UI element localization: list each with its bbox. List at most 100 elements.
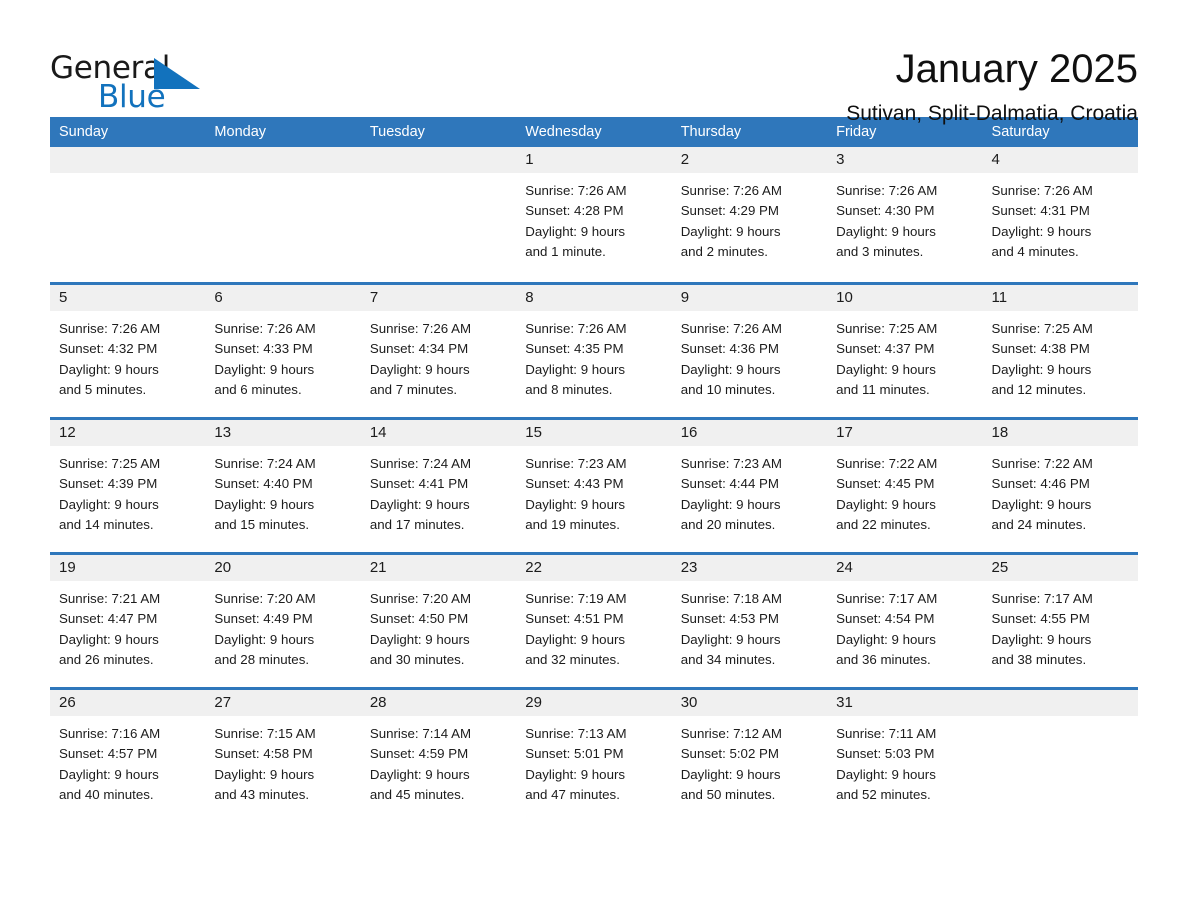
day-number-band: 18 [982,420,1138,446]
weekday-header-friday: Friday [836,124,877,140]
day-cell-17[interactable]: 17 Sunrise: 7:22 AM Sunset: 4:45 PM Dayligh… [827,420,983,552]
day-cell-15[interactable]: 15 Sunrise: 7:23 AM Sunset: 4:43 PM Dayligh… [516,420,672,552]
day-number-band: 2 [671,147,828,173]
page-header: General Blue January 2025 Sutivan, Split… [50,0,1138,125]
weekday-header-tuesday: Tuesday [369,124,425,140]
day-number: 30 [680,694,698,711]
day-cell-23[interactable]: 23 Sunrise: 7:18 AM Sunset: 4:53 PM Dayligh… [671,555,828,687]
day-detail-line: Daylight: 9 hours [369,766,470,782]
calendar-week-row: 12 Sunrise: 7:25 AM Sunset: 4:39 PM Dayligh… [50,417,1138,552]
day-cell-2[interactable]: 2 Sunrise: 7:26 AM Sunset: 4:29 PM Daylight… [671,147,828,282]
day-number: 13 [214,424,232,441]
day-details: Sunrise: 7:26 AM Sunset: 4:29 PM Daylight:… [672,173,827,263]
day-number: 9 [680,289,690,306]
day-detail-line: Sunrise: 7:25 AM [991,321,1093,336]
day-cell-25[interactable]: 25 Sunrise: 7:17 AM Sunset: 4:55 PM Dayligh… [982,555,1138,687]
day-detail-line: Sunset: 4:32 PM [59,341,158,357]
day-cell-20[interactable]: 20 Sunrise: 7:20 AM Sunset: 4:49 PM Dayligh… [205,555,361,687]
day-detail-line: Daylight: 9 hours [369,631,470,647]
day-detail-line: Sunrise: 7:17 AM [836,591,938,606]
day-detail-line: Daylight: 9 hours [836,223,936,239]
day-cell-7[interactable]: 7 Sunrise: 7:26 AM Sunset: 4:34 PM Daylight… [360,285,517,417]
day-cell-19[interactable]: 19 Sunrise: 7:21 AM Sunset: 4:47 PM Dayligh… [50,555,206,687]
day-number-band: 28 [360,690,517,716]
day-cell-16[interactable]: 16 Sunrise: 7:23 AM Sunset: 4:44 PM Dayligh… [671,420,828,552]
day-cell-6[interactable]: 6 Sunrise: 7:26 AM Sunset: 4:33 PM Daylight… [205,285,361,417]
day-detail-line: Sunset: 4:36 PM [680,341,779,357]
day-cell-5[interactable]: 5 Sunrise: 7:26 AM Sunset: 4:32 PM Daylight… [50,285,206,417]
day-cell-18[interactable]: 18 Sunrise: 7:22 AM Sunset: 4:46 PM Dayligh… [982,420,1138,552]
day-detail-line: Sunrise: 7:24 AM [369,456,472,471]
day-detail-line: Daylight: 9 hours [214,496,315,512]
day-detail-line: Daylight: 9 hours [214,631,315,647]
day-detail-line: Daylight: 9 hours [680,496,781,512]
day-number: 27 [214,694,232,711]
day-cell-4[interactable]: 4 Sunrise: 7:26 AM Sunset: 4:31 PM Daylight… [982,147,1138,282]
day-detail-line: Daylight: 9 hours [369,361,470,377]
day-cell-9[interactable]: 9 Sunrise: 7:26 AM Sunset: 4:36 PM Daylight… [671,285,828,417]
day-cell-8[interactable]: 8 Sunrise: 7:26 AM Sunset: 4:35 PM Daylight… [516,285,672,417]
day-detail-line: Daylight: 9 hours [59,631,159,647]
day-cell-10[interactable]: 10 Sunrise: 7:25 AM Sunset: 4:37 PM Dayligh… [827,285,983,417]
day-details: Sunrise: 7:26 AM Sunset: 4:33 PM Daylight:… [205,311,360,401]
day-detail-line: Sunset: 4:40 PM [214,476,313,492]
day-number-band [982,690,1138,716]
day-cell-1[interactable]: 1 Sunrise: 7:26 AM Sunset: 4:28 PM Daylight… [516,147,672,282]
day-details: Sunrise: 7:26 AM Sunset: 4:34 PM Daylight:… [361,311,516,401]
day-detail-line: Sunrise: 7:16 AM [59,726,161,741]
day-number: 24 [836,559,853,576]
day-detail-line: and 30 minutes. [369,652,465,668]
day-detail-line: Sunset: 4:53 PM [680,611,779,627]
day-cell-21[interactable]: 21 Sunrise: 7:20 AM Sunset: 4:50 PM Dayligh… [360,555,517,687]
day-number-band: 27 [205,690,361,716]
day-cell-13[interactable]: 13 Sunrise: 7:24 AM Sunset: 4:40 PM Dayligh… [205,420,361,552]
day-number: 14 [369,424,387,441]
day-number-band [360,147,517,173]
calendar-week-row: 1 Sunrise: 7:26 AM Sunset: 4:28 PM Daylight… [50,147,1138,282]
day-detail-line: and 19 minutes. [525,517,620,533]
day-cell-31[interactable]: 31 Sunrise: 7:11 AM Sunset: 5:03 PM Dayligh… [827,690,983,822]
day-cell-24[interactable]: 24 Sunrise: 7:17 AM Sunset: 4:54 PM Dayligh… [827,555,983,687]
day-cell-11[interactable]: 11 Sunrise: 7:25 AM Sunset: 4:38 PM Dayligh… [982,285,1138,417]
day-detail-line: and 47 minutes. [525,787,620,803]
day-number: 21 [369,559,387,576]
weekday-header-row: Sunday Monday Tuesday Wednesday Thursday Frid… [50,117,1138,147]
day-detail-line: Sunrise: 7:12 AM [680,726,782,741]
day-details: Sunrise: 7:23 AM Sunset: 4:44 PM Daylight:… [672,446,827,536]
day-details: Sunrise: 7:26 AM Sunset: 4:30 PM Daylight:… [827,173,982,263]
day-detail-line: Sunrise: 7:26 AM [525,183,627,198]
day-detail-line: Daylight: 9 hours [369,496,470,512]
day-details: Sunrise: 7:24 AM Sunset: 4:41 PM Daylight:… [361,446,516,536]
day-details: Sunrise: 7:13 AM Sunset: 5:01 PM Daylight:… [516,716,671,806]
day-number-band: 22 [516,555,672,581]
day-details: Sunrise: 7:19 AM Sunset: 4:51 PM Daylight:… [516,581,671,671]
day-cell-12[interactable]: 12 Sunrise: 7:25 AM Sunset: 4:39 PM Dayligh… [50,420,206,552]
day-details [983,716,1138,724]
day-cell-27[interactable]: 27 Sunrise: 7:15 AM Sunset: 4:58 PM Dayligh… [205,690,361,822]
day-detail-line: Sunrise: 7:26 AM [836,183,938,198]
day-details: Sunrise: 7:26 AM Sunset: 4:35 PM Daylight:… [516,311,671,401]
day-cell-29[interactable]: 29 Sunrise: 7:13 AM Sunset: 5:01 PM Dayligh… [516,690,672,822]
day-cell-30[interactable]: 30 Sunrise: 7:12 AM Sunset: 5:02 PM Dayligh… [671,690,828,822]
day-details [205,173,360,181]
day-detail-line: Sunset: 4:39 PM [59,476,158,492]
day-detail-line: and 12 minutes. [991,382,1087,398]
day-detail-line: and 6 minutes. [214,382,302,398]
day-cell-14[interactable]: 14 Sunrise: 7:24 AM Sunset: 4:41 PM Dayligh… [360,420,517,552]
day-detail-line: and 10 minutes. [680,382,776,398]
day-detail-line: Daylight: 9 hours [991,223,1092,239]
day-number-band: 29 [516,690,672,716]
day-cell-3[interactable]: 3 Sunrise: 7:26 AM Sunset: 4:30 PM Daylight… [827,147,983,282]
day-details: Sunrise: 7:25 AM Sunset: 4:39 PM Daylight:… [50,446,205,536]
day-detail-line: Daylight: 9 hours [680,766,781,782]
day-detail-line: Sunrise: 7:25 AM [59,456,161,471]
day-cell-26[interactable]: 26 Sunrise: 7:16 AM Sunset: 4:57 PM Dayligh… [50,690,206,822]
title-block: January 2025 Sutivan, Split-Dalmatia, Cr… [846,44,1138,127]
day-cell-empty [205,147,361,282]
day-cell-28[interactable]: 28 Sunrise: 7:14 AM Sunset: 4:59 PM Dayligh… [360,690,517,822]
day-detail-line: Sunset: 4:29 PM [680,203,779,219]
day-cell-22[interactable]: 22 Sunrise: 7:19 AM Sunset: 4:51 PM Dayligh… [516,555,672,687]
day-number-band: 25 [982,555,1138,581]
day-number: 5 [59,289,68,306]
brand-logo[interactable]: General Blue [50,44,200,122]
